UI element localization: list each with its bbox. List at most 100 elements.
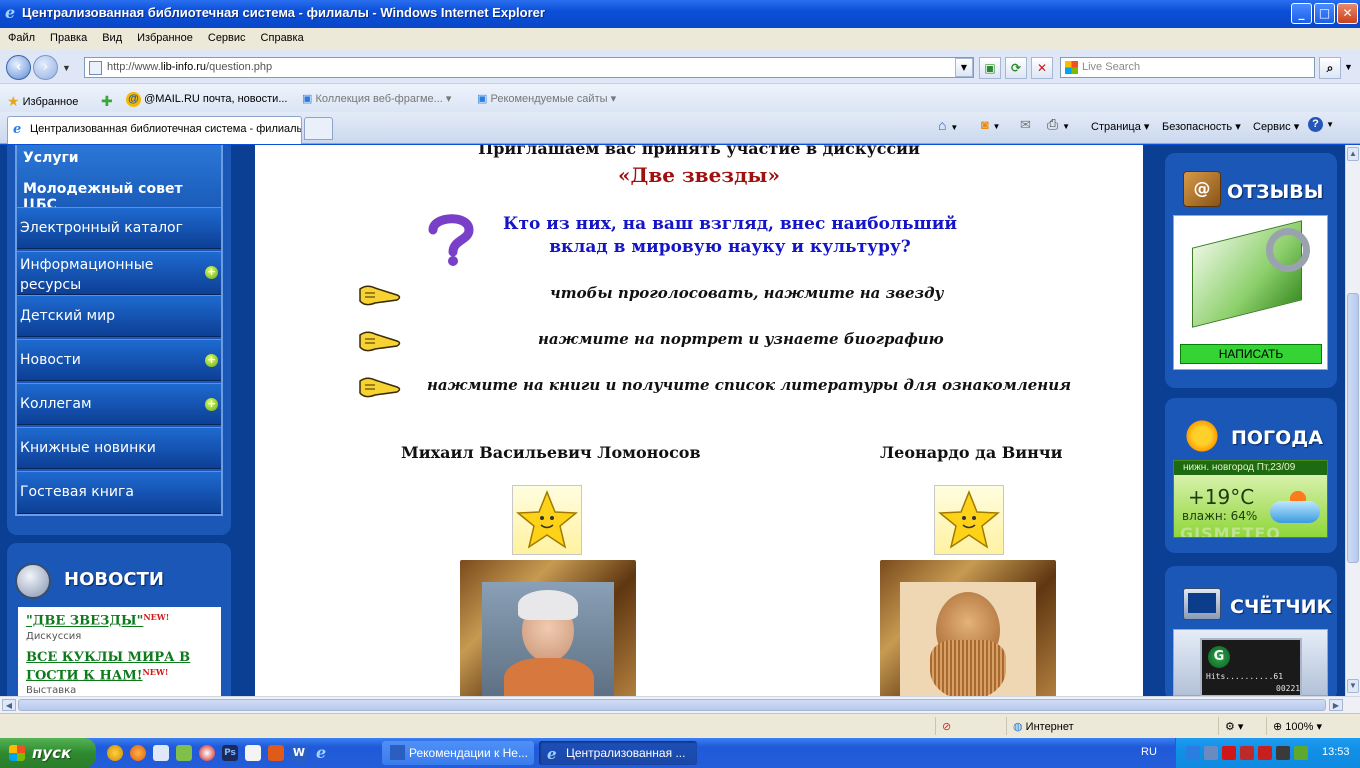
windows-live-icon xyxy=(1065,61,1078,74)
write-review-button[interactable]: НАПИСАТЬ xyxy=(1180,344,1322,364)
vertical-scrollbar[interactable]: ▲ ▼ xyxy=(1345,145,1360,696)
vote-star-lomonosov[interactable] xyxy=(512,485,582,555)
protected-mode-icon[interactable]: ⚙ ▾ xyxy=(1218,717,1266,735)
firefox-icon[interactable] xyxy=(130,745,146,761)
zoom-control[interactable]: ⊕ 100% ▾ xyxy=(1266,717,1360,735)
candidate-name-davinci[interactable]: Леонардо да Винчи xyxy=(880,443,1062,462)
tab-current[interactable]: e Централизованная библиотечная система … xyxy=(7,116,302,144)
status-bar: ⊘ ◍ Интернет ⚙ ▾ ⊕ 100% ▾ xyxy=(0,713,1360,738)
privacy-icon-cell[interactable]: ⊘ xyxy=(935,717,1005,735)
opera-icon[interactable] xyxy=(199,745,215,761)
clock[interactable]: 13:53 xyxy=(1322,746,1350,758)
question-mark-icon xyxy=(428,214,474,266)
horizontal-scroll-thumb[interactable] xyxy=(18,699,1326,711)
scroll-up-button[interactable]: ▲ xyxy=(1347,147,1359,161)
maximize-button[interactable]: □ xyxy=(1314,3,1335,24)
tray-shield-icon[interactable] xyxy=(1240,746,1254,760)
search-button[interactable]: ⌕ xyxy=(1319,57,1341,79)
tray-display-icon[interactable] xyxy=(1204,746,1218,760)
main-content: Приглашаем вас принять участие в дискусс… xyxy=(255,145,1143,696)
news-heading: НОВОСТИ xyxy=(64,569,164,590)
menu-help[interactable]: Справка xyxy=(253,28,311,44)
menu-file[interactable]: Файл xyxy=(0,28,42,44)
tray-k-icon[interactable] xyxy=(1222,746,1236,760)
word-icon[interactable]: W xyxy=(291,745,307,761)
favorites-button[interactable]: ★ Избранное xyxy=(7,92,78,109)
portrait-davinci[interactable] xyxy=(880,560,1056,696)
fav-web-slices[interactable]: ▣ Коллекция веб-фрагме... ▾ xyxy=(302,92,451,105)
home-icon[interactable]: ⌂ ▼ xyxy=(938,117,958,133)
minimize-button[interactable]: _ xyxy=(1291,3,1312,24)
fav-suggested-sites[interactable]: ▣ Рекомендуемые сайты ▾ xyxy=(477,92,616,105)
mail-icon[interactable]: ✉ xyxy=(1020,117,1031,133)
close-button[interactable]: ✕ xyxy=(1337,3,1358,24)
scroll-down-button[interactable]: ▼ xyxy=(1347,679,1359,693)
vertical-scroll-thumb[interactable] xyxy=(1347,293,1359,563)
web-slice-icon: ▣ xyxy=(302,93,313,105)
ie-task-icon: e xyxy=(547,745,557,763)
tools-menu[interactable]: Сервис ▾ xyxy=(1253,120,1299,133)
candidate-name-lomonosov[interactable]: Михаил Васильевич Ломоносов xyxy=(401,443,701,462)
task-internet-explorer[interactable]: e Централизованная ... xyxy=(539,741,697,765)
menu-view[interactable]: Вид xyxy=(94,28,129,44)
weather-temp: +19°C xyxy=(1188,485,1255,509)
windows-logo-icon xyxy=(9,745,25,761)
page-menu[interactable]: Страница ▾ xyxy=(1091,120,1149,133)
print-icon[interactable]: ⎙ ▼ xyxy=(1047,116,1070,133)
network-icon[interactable] xyxy=(176,745,192,761)
tray-volume-icon[interactable] xyxy=(1276,746,1290,760)
refresh-icon[interactable]: ⟳ xyxy=(1005,57,1027,79)
language-indicator[interactable]: RU xyxy=(1141,746,1157,758)
news-item[interactable]: "ДВЕ ЗВЕЗДЫ"NEW! Дискуссия xyxy=(26,612,221,642)
weather-widget[interactable]: нижн. новгород Пт,23/09 +19°C влажн: 64%… xyxy=(1173,460,1328,538)
menu-edit[interactable]: Правка xyxy=(42,28,94,44)
news-link[interactable]: "ДВЕ ЗВЕЗДЫ" xyxy=(26,614,143,629)
quicklaunch-app-icon[interactable] xyxy=(107,745,123,761)
security-menu[interactable]: Безопасность ▾ xyxy=(1162,120,1241,133)
back-button[interactable]: ‹ xyxy=(6,55,31,80)
invite-text: Приглашаем вас принять участие в дискусс… xyxy=(478,145,920,158)
address-host: lib-info.ru xyxy=(160,61,207,73)
outlook-icon[interactable] xyxy=(268,745,284,761)
vote-star-davinci[interactable] xyxy=(934,485,1004,555)
ie-quicklaunch-icon[interactable]: e xyxy=(316,745,332,761)
feeds-icon[interactable]: ◙ ▼ xyxy=(981,117,1000,132)
zone-label: Интернет xyxy=(1025,721,1074,733)
search-input[interactable]: Live Search xyxy=(1060,57,1315,78)
horizontal-scrollbar[interactable]: ◀ ▶ xyxy=(0,696,1360,713)
instruction-vote: чтобы проголосовать, нажмите на звезду xyxy=(550,284,944,302)
menu-favorites[interactable]: Избранное xyxy=(129,28,200,44)
menu-tools[interactable]: Сервис xyxy=(200,28,253,44)
help-icon[interactable]: ? ▼ xyxy=(1308,117,1334,132)
stop-icon[interactable]: ✕ xyxy=(1031,57,1053,79)
counter-screen: G Hits..........61 00221 xyxy=(1200,638,1302,696)
add-favorite-icon[interactable]: ✚ xyxy=(101,92,113,109)
tray-update-icon[interactable] xyxy=(1294,746,1308,760)
forward-button[interactable]: › xyxy=(33,55,58,80)
scroll-left-button[interactable]: ◀ xyxy=(2,699,16,711)
title-bar: e Централизованная библиотечная система … xyxy=(0,0,1360,28)
address-dropdown-button[interactable]: ▼ xyxy=(955,58,973,77)
tray-network-icon[interactable] xyxy=(1186,746,1200,760)
tray-antivirus-icon[interactable] xyxy=(1258,746,1272,760)
desktop-icon[interactable] xyxy=(153,745,169,761)
counter-widget[interactable]: G Hits..........61 00221 xyxy=(1173,629,1328,696)
portrait-lomonosov[interactable] xyxy=(460,560,636,696)
notepad-icon[interactable] xyxy=(245,745,261,761)
new-tab-button[interactable] xyxy=(304,117,333,140)
internet-globe-icon: ◍ xyxy=(1013,721,1023,733)
photoshop-icon[interactable]: Ps xyxy=(222,745,238,761)
instruction-books: нажмите на книги и получите список литер… xyxy=(427,376,1072,394)
clock-icon xyxy=(15,563,51,599)
scroll-right-button[interactable]: ▶ xyxy=(1329,699,1343,711)
start-button[interactable]: пуск xyxy=(0,738,96,768)
portrait-image xyxy=(482,582,614,696)
task-word-document[interactable]: Рекомендации к Не... xyxy=(382,741,534,765)
address-input[interactable]: http://www.lib-info.ru/question.php xyxy=(84,57,974,78)
compatibility-icon[interactable]: ▣ xyxy=(979,57,1001,79)
fav-mailru[interactable]: @ @MAIL.RU почта, новости... xyxy=(126,92,288,107)
history-dropdown-icon[interactable]: ▼ xyxy=(62,63,71,73)
cloud-icon xyxy=(1270,501,1320,523)
news-item[interactable]: ВСЕ КУКЛЫ МИРА В ГОСТИ К НАМ!NEW! Выстав… xyxy=(26,649,221,696)
search-options-icon[interactable]: ▼ xyxy=(1344,62,1353,72)
